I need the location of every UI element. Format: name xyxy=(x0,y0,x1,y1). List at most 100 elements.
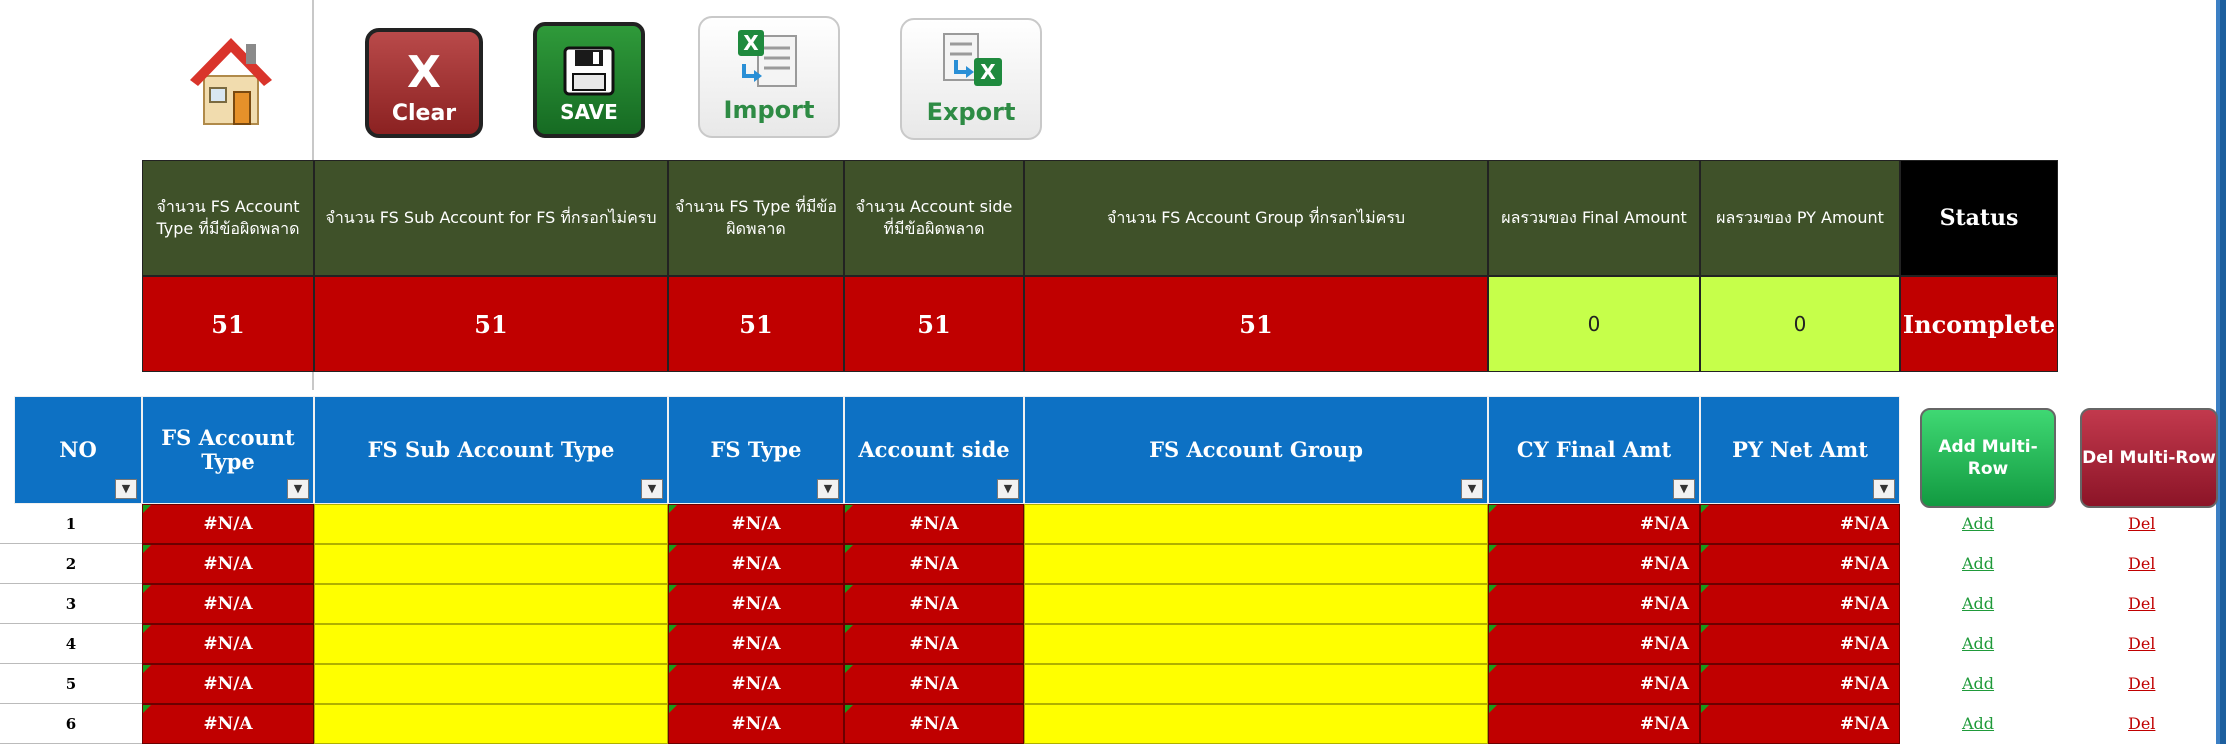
col-header-account-group[interactable]: FS Account Group ▼ xyxy=(1024,396,1488,504)
cell-fs-type[interactable]: #N/A xyxy=(668,704,844,744)
col-header-no[interactable]: NO ▼ xyxy=(14,396,142,504)
cell-account-side[interactable]: #N/A xyxy=(844,504,1024,544)
cell-account-side[interactable]: #N/A xyxy=(844,704,1024,744)
cell-sub-account-type[interactable] xyxy=(314,504,668,544)
cell-error-marker-icon xyxy=(669,585,677,593)
export-button[interactable]: X Export xyxy=(900,18,1042,140)
cell-fs-type[interactable]: #N/A xyxy=(668,504,844,544)
col-header-sub-account-type[interactable]: FS Sub Account Type ▼ xyxy=(314,396,668,504)
col-header-account-type-label: FS Account Type xyxy=(161,425,295,474)
cell-error-marker-icon xyxy=(845,585,853,593)
cell-cy-final-amt[interactable]: #N/A xyxy=(1488,584,1700,624)
save-label: SAVE xyxy=(560,100,618,124)
filter-dropdown-icon[interactable]: ▼ xyxy=(997,479,1019,499)
cell-fs-type[interactable]: #N/A xyxy=(668,624,844,664)
add-row-link[interactable]: Add xyxy=(1962,594,1994,613)
filter-dropdown-icon[interactable]: ▼ xyxy=(1461,479,1483,499)
col-header-fs-type[interactable]: FS Type ▼ xyxy=(668,396,844,504)
col-header-no-label: NO xyxy=(59,437,97,462)
cell-account-side[interactable]: #N/A xyxy=(844,544,1024,584)
col-header-account-side-label: Account side xyxy=(858,437,1010,462)
cell-account-type[interactable]: #N/A xyxy=(142,624,314,664)
cell-account-group[interactable] xyxy=(1024,664,1488,704)
filter-dropdown-icon[interactable]: ▼ xyxy=(287,479,309,499)
clear-button[interactable]: X Clear xyxy=(365,28,483,138)
del-row-link[interactable]: Del xyxy=(2128,554,2155,573)
cell-fs-type[interactable]: #N/A xyxy=(668,584,844,624)
cell-error-marker-icon xyxy=(845,545,853,553)
del-multi-row-button[interactable]: Del Multi-Row xyxy=(2080,408,2218,508)
cell-sub-account-type[interactable] xyxy=(314,544,668,584)
cell-sub-account-type[interactable] xyxy=(314,664,668,704)
cell-account-side[interactable]: #N/A xyxy=(844,664,1024,704)
add-row-link[interactable]: Add xyxy=(1962,674,1994,693)
row-number: 5 xyxy=(0,664,142,704)
cell-account-group[interactable] xyxy=(1024,584,1488,624)
del-row-link[interactable]: Del xyxy=(2128,714,2155,733)
cell-account-group[interactable] xyxy=(1024,624,1488,664)
del-row-link[interactable]: Del xyxy=(2128,634,2155,653)
cell-sub-account-type[interactable] xyxy=(314,584,668,624)
summary-header-sub-account: จำนวน FS Sub Account for FS ที่กรอกไม่คร… xyxy=(314,160,668,276)
del-row-link[interactable]: Del xyxy=(2128,594,2155,613)
cell-account-group[interactable] xyxy=(1024,544,1488,584)
col-header-account-side[interactable]: Account side ▼ xyxy=(844,396,1024,504)
cell-cy-final-amt[interactable]: #N/A xyxy=(1488,664,1700,704)
add-row-link[interactable]: Add xyxy=(1962,514,1994,533)
cell-sub-account-type[interactable] xyxy=(314,624,668,664)
summary-value-fs-type: 51 xyxy=(668,276,844,372)
col-header-py-net-amt[interactable]: PY Net Amt ▼ xyxy=(1700,396,1900,504)
col-header-cy-final-amt-label: CY Final Amt xyxy=(1516,437,1672,462)
filter-dropdown-icon[interactable]: ▼ xyxy=(1673,479,1695,499)
cell-fs-type[interactable]: #N/A xyxy=(668,664,844,704)
cell-py-net-amt[interactable]: #N/A xyxy=(1700,704,1900,744)
cell-error-marker-icon xyxy=(1701,505,1709,513)
cell-account-type[interactable]: #N/A xyxy=(142,504,314,544)
cell-error-marker-icon xyxy=(669,625,677,633)
cell-error-marker-icon xyxy=(1701,585,1709,593)
cell-cy-final-amt[interactable]: #N/A xyxy=(1488,704,1700,744)
col-header-account-type[interactable]: FS Account Type ▼ xyxy=(142,396,314,504)
floppy-disk-icon xyxy=(563,46,615,96)
add-row-link[interactable]: Add xyxy=(1962,554,1994,573)
add-row-link[interactable]: Add xyxy=(1962,634,1994,653)
cell-account-type[interactable]: #N/A xyxy=(142,584,314,624)
add-row-link[interactable]: Add xyxy=(1962,714,1994,733)
cell-py-net-amt[interactable]: #N/A xyxy=(1700,584,1900,624)
filter-dropdown-icon[interactable]: ▼ xyxy=(817,479,839,499)
cell-account-group[interactable] xyxy=(1024,504,1488,544)
import-label: Import xyxy=(723,96,815,124)
cell-fs-type[interactable]: #N/A xyxy=(668,544,844,584)
cell-py-net-amt[interactable]: #N/A xyxy=(1700,504,1900,544)
cell-account-type[interactable]: #N/A xyxy=(142,544,314,584)
cell-error-marker-icon xyxy=(1489,665,1497,673)
summary-header-account-type: จำนวน FS Account Type ที่มีข้อผิดพลาด xyxy=(142,160,314,276)
cell-sub-account-type[interactable] xyxy=(314,704,668,744)
filter-dropdown-icon[interactable]: ▼ xyxy=(1873,479,1895,499)
cell-account-group[interactable] xyxy=(1024,704,1488,744)
cell-account-side[interactable]: #N/A xyxy=(844,624,1024,664)
add-multi-row-button[interactable]: Add Multi-Row xyxy=(1920,408,2056,508)
row-number: 2 xyxy=(0,544,142,584)
cell-cy-final-amt[interactable]: #N/A xyxy=(1488,624,1700,664)
cell-account-type[interactable]: #N/A xyxy=(142,704,314,744)
cell-account-type[interactable]: #N/A xyxy=(142,664,314,704)
col-header-account-group-label: FS Account Group xyxy=(1149,437,1363,462)
cell-cy-final-amt[interactable]: #N/A xyxy=(1488,504,1700,544)
summary-value-account-group: 51 xyxy=(1024,276,1488,372)
cell-cy-final-amt[interactable]: #N/A xyxy=(1488,544,1700,584)
del-row-link[interactable]: Del xyxy=(2128,674,2155,693)
del-row-link[interactable]: Del xyxy=(2128,514,2155,533)
cell-py-net-amt[interactable]: #N/A xyxy=(1700,544,1900,584)
cell-py-net-amt[interactable]: #N/A xyxy=(1700,624,1900,664)
summary-header-fs-type: จำนวน FS Type ที่มีข้อผิดพลาด xyxy=(668,160,844,276)
import-button[interactable]: X Import xyxy=(698,16,840,138)
filter-dropdown-icon[interactable]: ▼ xyxy=(115,479,137,499)
summary-value-account-type: 51 xyxy=(142,276,314,372)
cell-py-net-amt[interactable]: #N/A xyxy=(1700,664,1900,704)
filter-dropdown-icon[interactable]: ▼ xyxy=(641,479,663,499)
save-button[interactable]: SAVE xyxy=(533,22,645,138)
cell-account-side[interactable]: #N/A xyxy=(844,584,1024,624)
col-header-cy-final-amt[interactable]: CY Final Amt ▼ xyxy=(1488,396,1700,504)
home-icon[interactable] xyxy=(186,30,276,130)
